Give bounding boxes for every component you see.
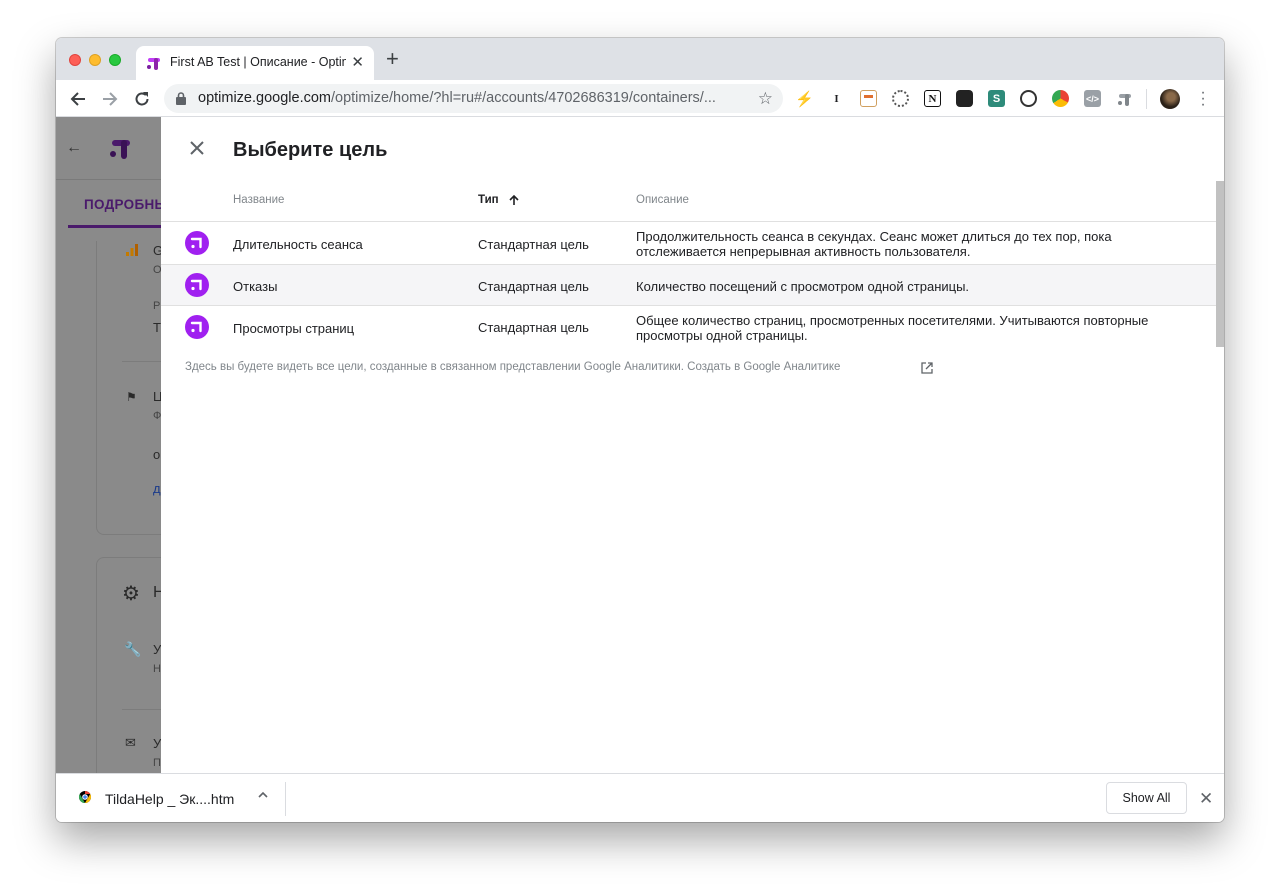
goal-type: Стандартная цель [478, 279, 589, 294]
optimize-favicon-icon [147, 58, 160, 70]
close-icon[interactable] [187, 138, 207, 158]
browser-window: First AB Test | Описание - Optimize ✕ + … [56, 38, 1224, 822]
goal-type: Стандартная цель [478, 320, 589, 335]
column-header-description[interactable]: Описание [636, 194, 689, 206]
goal-name: Отказы [233, 279, 278, 294]
tab-close-icon[interactable]: ✕ [351, 53, 364, 71]
background-back-arrow-icon: ← [66, 139, 82, 156]
gear-extension-icon[interactable] [892, 90, 909, 107]
glasses-extension-icon[interactable] [956, 90, 973, 107]
external-link-icon[interactable] [920, 361, 934, 375]
new-tab-button[interactable]: + [386, 48, 399, 70]
background-divider [122, 361, 162, 362]
close-shelf-icon[interactable]: ✕ [1199, 789, 1213, 809]
star-icon[interactable]: ☆ [758, 89, 773, 109]
background-letter: T [153, 320, 161, 335]
toolbar-divider [1146, 89, 1147, 109]
goal-description: просмотры одной страницы. [636, 328, 808, 343]
instapaper-extension-icon[interactable]: I [828, 90, 845, 107]
background-page: ← ПОДРОБНЫ G O P T ⚑ Ц Ф о д ⚙ Н 🔧 У Н ✉… [56, 117, 176, 773]
download-file-name[interactable]: TildaHelp _ Эк....htm [105, 791, 234, 807]
goal-row[interactable]: Просмотры страниц Стандартная цель Общее… [161, 306, 1216, 348]
goal-row[interactable]: Отказы Стандартная цель Количество посещ… [161, 265, 1216, 306]
chrome-file-icon [78, 791, 92, 803]
flag-icon: ⚑ [126, 390, 137, 404]
background-tab-underline [68, 225, 161, 228]
chevron-up-icon[interactable] [256, 788, 270, 802]
calendar-extension-icon[interactable] [860, 90, 877, 107]
optimize-goal-icon [185, 273, 209, 297]
background-letter: П [153, 757, 161, 769]
code-extension-icon[interactable]: </> [1084, 90, 1101, 107]
maximize-window-button[interactable] [109, 54, 121, 66]
goal-description: отслеживается непрерывная активность пол… [636, 244, 971, 259]
mail-icon: ✉ [125, 735, 136, 750]
close-window-button[interactable] [69, 54, 81, 66]
download-shelf: TildaHelp _ Эк....htm Show All ✕ [56, 773, 1224, 822]
analytics-icon [126, 244, 138, 256]
openai-extension-icon[interactable] [1020, 90, 1037, 107]
optimize-logo-icon [110, 140, 130, 159]
sort-arrow-up-icon [509, 194, 519, 205]
goal-name: Длительность сеанса [233, 237, 363, 252]
s-extension-icon[interactable]: S [988, 90, 1005, 107]
tab-title: First AB Test | Описание - Optimize [170, 55, 346, 69]
background-divider [122, 709, 162, 710]
page-content: ← ПОДРОБНЫ G O P T ⚑ Ц Ф о д ⚙ Н 🔧 У Н ✉… [56, 117, 1224, 773]
browser-menu-icon[interactable]: · · · [1199, 85, 1207, 113]
scrollbar[interactable] [1216, 181, 1224, 347]
goal-type: Стандартная цель [478, 237, 589, 252]
goal-row[interactable]: Длительность сеанса Стандартная цель Про… [161, 222, 1216, 265]
back-arrow-icon[interactable] [67, 88, 89, 110]
goal-description: Общее количество страниц, просмотренных … [636, 313, 1149, 328]
lock-icon [176, 92, 186, 105]
column-header-name[interactable]: Название [233, 194, 284, 206]
goal-description: Количество посещений с просмотром одной … [636, 279, 970, 294]
forward-arrow-icon[interactable] [99, 88, 121, 110]
gear-icon: ⚙ [122, 583, 140, 605]
goal-name: Просмотры страниц [233, 321, 355, 336]
background-header: ← [56, 117, 161, 180]
browser-toolbar: optimize.google.com/optimize/home/?hl=ru… [56, 80, 1224, 117]
wrench-icon: 🔧 [124, 641, 142, 657]
column-header-type[interactable]: Тип [478, 194, 519, 206]
background-letter: P [153, 300, 161, 312]
tab-strip: First AB Test | Описание - Optimize ✕ + [56, 38, 1224, 80]
dialog-title: Выберите цель [233, 139, 388, 161]
address-bar[interactable]: optimize.google.com/optimize/home/?hl=ru… [164, 84, 783, 113]
shelf-divider [285, 782, 286, 816]
notion-extension-icon[interactable]: N [924, 90, 941, 107]
color-picker-extension-icon[interactable] [1052, 90, 1069, 107]
reload-icon[interactable] [131, 88, 153, 110]
optimize-goal-icon [185, 231, 209, 255]
show-all-button[interactable]: Show All [1106, 782, 1187, 814]
background-letter: о [153, 447, 161, 462]
select-goal-dialog: Выберите цель Название Тип Описание Длит… [161, 117, 1224, 773]
url-text: optimize.google.com/optimize/home/?hl=ru… [198, 90, 716, 106]
background-tab-details: ПОДРОБНЫ [84, 197, 169, 212]
lightning-extension-icon[interactable]: ⚡ [795, 90, 814, 108]
browser-tab[interactable]: First AB Test | Описание - Optimize ✕ [136, 46, 374, 80]
footer-note[interactable]: Здесь вы будете видеть все цели, созданн… [185, 361, 840, 373]
goal-description: Продолжительность сеанса в секундах. Сеа… [636, 229, 1112, 244]
optimize-extension-icon[interactable] [1116, 90, 1133, 107]
minimize-window-button[interactable] [89, 54, 101, 66]
optimize-goal-icon [185, 315, 209, 339]
profile-avatar[interactable] [1160, 89, 1180, 109]
background-letter: д [153, 481, 161, 496]
background-letter: Н [153, 663, 161, 675]
